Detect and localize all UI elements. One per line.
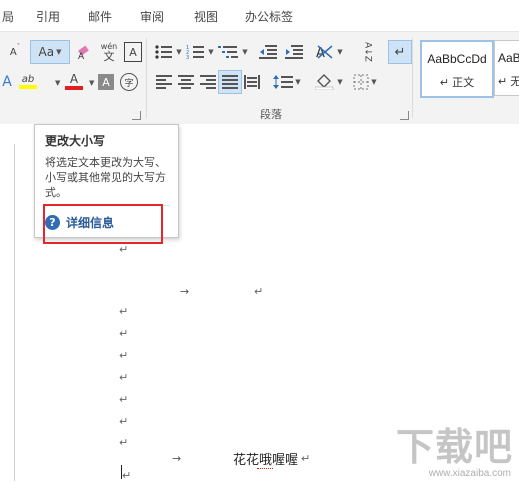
highlight-color-swatch: [19, 84, 37, 89]
borders-button[interactable]: ▼: [350, 72, 380, 92]
font-color-button[interactable]: A: [64, 70, 84, 92]
align-right-icon: [200, 75, 216, 89]
text-effects-button[interactable]: A: [0, 72, 14, 92]
character-border-icon: A: [129, 45, 137, 59]
change-case-icon: Aa: [38, 45, 55, 59]
sort-button[interactable]: A↓Z: [356, 40, 378, 64]
tooltip-description: 将选定文本更改为大写、小写或其他常见的大写方式。: [45, 156, 166, 199]
paragraph-mark: ↵: [254, 285, 264, 298]
paragraph-mark: ↵: [301, 452, 311, 465]
clear-formatting-button[interactable]: A: [76, 42, 94, 62]
group-separator: [412, 38, 413, 118]
increase-indent-button[interactable]: [284, 42, 304, 62]
paragraph-mark: ↵: [119, 327, 129, 340]
ribbon-tab-bar: 局 引用 邮件 审阅 视图 办公标签: [0, 0, 519, 31]
paint-bucket-icon: [315, 74, 334, 90]
align-center-icon: [178, 75, 194, 89]
ribbon: Aˇ Aa ▼ A wén 文 A A ab ▼ A ▼ A 字 ▼ 1 2 3 ▼ ▼: [0, 31, 519, 125]
paragraph-mark: ↵: [122, 469, 132, 482]
font-color-dropdown-arrow[interactable]: ▼: [89, 79, 94, 87]
shrink-font-icon: A: [9, 46, 17, 58]
tooltip-title: 更改大小写: [45, 134, 106, 148]
phonetic-guide-button[interactable]: wén 文: [98, 40, 120, 64]
align-left-icon: [156, 75, 172, 89]
paragraph-group-label: 段落: [260, 108, 282, 121]
tab-mailings[interactable]: 邮件: [88, 8, 112, 25]
align-right-button[interactable]: [198, 72, 218, 92]
highlighter-icon: ab: [21, 73, 35, 85]
paragraph-mark: ↵: [119, 305, 129, 318]
paragraph-mark: ↵: [119, 349, 129, 362]
borders-icon: [353, 74, 369, 90]
paragraph-mark: ↵: [119, 436, 129, 449]
shrink-font-button[interactable]: Aˇ: [6, 42, 24, 62]
align-center-button[interactable]: [176, 72, 196, 92]
decrease-indent-button[interactable]: [258, 42, 278, 62]
tab-start-partial[interactable]: 局: [2, 8, 14, 25]
tab-office-tab[interactable]: 办公标签: [245, 8, 293, 25]
font-color-swatch: [65, 86, 83, 90]
group-separator: [146, 38, 147, 118]
tab-references[interactable]: 引用: [36, 8, 60, 25]
show-marks-icon: ↵: [394, 44, 406, 60]
paragraph-mark: ↵: [119, 393, 129, 406]
paragraph-mark: ↵: [119, 415, 129, 428]
page-margin-line: [14, 144, 15, 481]
watermark-logo: 下载吧: [395, 425, 513, 469]
change-case-button[interactable]: Aa ▼: [30, 40, 70, 64]
phonetic-guide-icon: 文: [103, 50, 115, 63]
bullets-button[interactable]: ▼: [154, 42, 182, 62]
decrease-indent-icon: [259, 45, 277, 59]
spelling-underline: [257, 467, 273, 469]
enclose-characters-button[interactable]: 字: [120, 73, 138, 91]
highlight-color-button[interactable]: ab: [18, 70, 38, 92]
paragraph-mark: ↵: [119, 243, 129, 256]
tab-arrow: →: [180, 285, 190, 298]
multilevel-list-icon: [218, 46, 239, 58]
enclose-characters-icon: 字: [124, 78, 134, 89]
numbering-icon: 123: [186, 45, 205, 60]
font-dialog-launcher[interactable]: [132, 111, 141, 120]
style-no-spacing[interactable]: AaB ↵ 无: [494, 40, 519, 96]
chinese-layout-icon: A: [316, 45, 333, 60]
show-hide-marks-button[interactable]: ↵: [388, 40, 412, 64]
eraser-icon: A: [78, 45, 89, 60]
tab-arrow: →: [172, 452, 182, 465]
font-color-icon: A: [69, 72, 79, 86]
paragraph-dialog-launcher[interactable]: [400, 111, 409, 120]
paragraph-mark: ↵: [119, 371, 129, 384]
justify-button[interactable]: [218, 70, 242, 94]
bullets-icon: [155, 45, 173, 59]
watermark-url: www.xiazaiba.com: [428, 468, 511, 479]
line-spacing-button[interactable]: ▼: [272, 72, 302, 92]
character-shading-button[interactable]: A: [98, 74, 114, 90]
highlight-dropdown-arrow[interactable]: ▼: [55, 79, 60, 87]
distributed-button[interactable]: [242, 72, 262, 92]
increase-indent-icon: [285, 45, 303, 59]
numbering-button[interactable]: 1 2 3 ▼: [186, 42, 214, 62]
svg-text:A: A: [78, 52, 85, 60]
annotation-highlight-box: [43, 204, 163, 244]
multilevel-list-button[interactable]: ▼: [218, 42, 248, 62]
watermark: 下载吧 www.xiazaiba.com: [373, 416, 519, 481]
character-shading-icon: A: [102, 75, 110, 89]
shading-button[interactable]: ▼: [314, 72, 344, 92]
line-spacing-icon: [273, 75, 294, 89]
text-effects-icon: A: [2, 74, 12, 90]
document-text: 花花哦喔喔: [233, 453, 299, 468]
chinese-layout-button[interactable]: A ▼: [314, 42, 344, 62]
align-left-button[interactable]: [154, 72, 174, 92]
svg-text:3: 3: [186, 55, 189, 60]
distributed-icon: [244, 75, 260, 89]
sort-icon: A↓Z: [362, 42, 373, 62]
tab-review[interactable]: 审阅: [140, 8, 164, 25]
tab-view[interactable]: 视图: [194, 8, 218, 25]
justify-icon: [222, 75, 238, 89]
character-border-button[interactable]: A: [124, 42, 142, 62]
style-normal[interactable]: AaBbCcDd ↵ 正文: [420, 40, 494, 98]
